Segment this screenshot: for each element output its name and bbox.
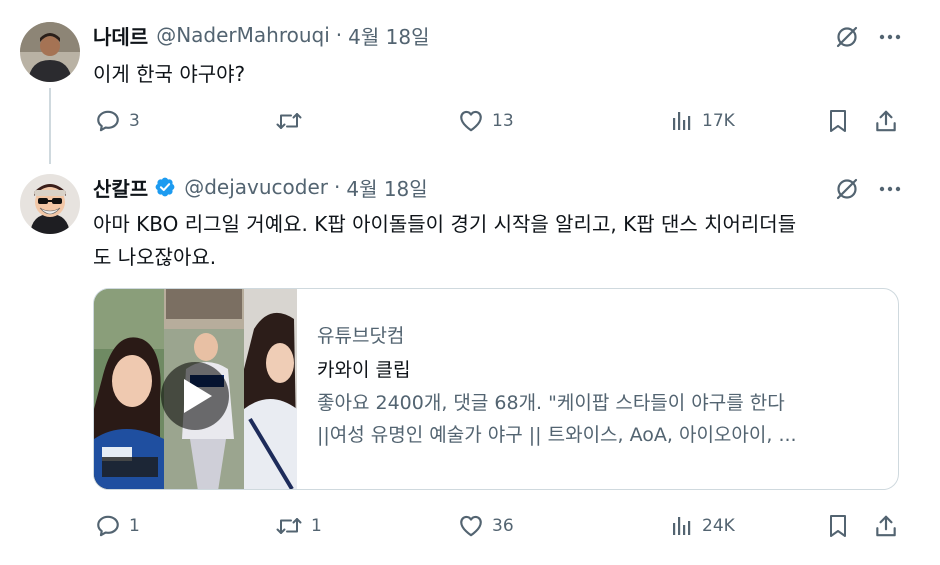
reply-count: 3 bbox=[129, 111, 140, 131]
retweet-button[interactable]: 1 bbox=[275, 513, 322, 539]
like-button[interactable]: 36 bbox=[458, 513, 514, 539]
more-icon[interactable] bbox=[878, 25, 902, 49]
thread-line bbox=[49, 88, 51, 164]
like-icon bbox=[458, 513, 484, 539]
tweet-header-actions bbox=[834, 24, 902, 50]
retweet-button[interactable] bbox=[275, 108, 311, 134]
avatar[interactable] bbox=[20, 22, 80, 82]
more-icon[interactable] bbox=[878, 177, 902, 201]
tweet-text-line: 아마 KBO 리그일 거예요. K팝 아이돌들이 경기 시작을 알리고, K팝 … bbox=[93, 212, 797, 236]
tweet-text: 아마 KBO 리그일 거예요. K팝 아이돌들이 경기 시작을 알리고, K팝 … bbox=[93, 208, 900, 274]
tweet[interactable]: 산칼프 @dejavucoder · 4월 18일 아마 KBO 리그일 거예요… bbox=[0, 160, 940, 565]
reply-button[interactable]: 1 bbox=[95, 513, 140, 539]
tweet-date[interactable]: 4월 18일 bbox=[346, 173, 427, 202]
tweet-actions: 1 1 36 24K bbox=[93, 512, 908, 540]
tweet-text-line: 도 나오잖아요. bbox=[93, 245, 217, 269]
author-handle[interactable]: @NaderMahrouqi bbox=[156, 23, 330, 47]
like-icon bbox=[458, 108, 484, 134]
video-thumbnail[interactable] bbox=[94, 289, 297, 489]
retweet-icon bbox=[275, 108, 303, 134]
reply-icon bbox=[95, 513, 121, 539]
share-button[interactable] bbox=[873, 513, 899, 539]
link-card[interactable]: 유튜브닷컴 카와이 클립 좋아요 2400개, 댓글 68개. "케이팝 스타들… bbox=[93, 288, 899, 490]
views-button[interactable]: 24K bbox=[670, 514, 735, 538]
grok-icon[interactable] bbox=[834, 176, 860, 202]
bookmark-button[interactable] bbox=[826, 108, 850, 134]
tweet-header-actions bbox=[834, 176, 902, 202]
share-icon bbox=[873, 108, 899, 134]
like-count: 36 bbox=[492, 516, 514, 536]
bookmark-icon bbox=[826, 108, 850, 134]
card-description-line: ||여성 유명인 예술가 야구 || 트와이스, AoA, 아이오아이, ... bbox=[317, 424, 797, 446]
author-name[interactable]: 산칼프 bbox=[93, 173, 148, 202]
author-handle[interactable]: @dejavucoder bbox=[184, 175, 328, 199]
views-icon bbox=[670, 109, 694, 133]
grok-icon[interactable] bbox=[834, 24, 860, 50]
share-icon bbox=[873, 513, 899, 539]
separator: · bbox=[335, 23, 343, 47]
avatar[interactable] bbox=[20, 174, 80, 234]
verified-badge-icon bbox=[154, 176, 176, 198]
reply-button[interactable]: 3 bbox=[95, 108, 140, 134]
like-count: 13 bbox=[492, 111, 514, 131]
share-button[interactable] bbox=[873, 108, 899, 134]
tweet-header: 산칼프 @dejavucoder · 4월 18일 bbox=[93, 172, 428, 202]
reply-icon bbox=[95, 108, 121, 134]
card-description: 좋아요 2400개, 댓글 68개. "케이팝 스타들이 야구를 한다 ||여성… bbox=[317, 387, 878, 451]
tweet-header: 나데르 @NaderMahrouqi · 4월 18일 bbox=[93, 20, 429, 50]
views-button[interactable]: 17K bbox=[670, 109, 735, 133]
card-title: 카와이 클립 bbox=[317, 359, 411, 381]
retweet-icon bbox=[275, 513, 303, 539]
views-icon bbox=[670, 514, 694, 538]
tweet-date[interactable]: 4월 18일 bbox=[348, 21, 429, 50]
bookmark-icon bbox=[826, 513, 850, 539]
tweet[interactable]: 나데르 @NaderMahrouqi · 4월 18일 이게 한국 야구야? 3 bbox=[0, 0, 940, 164]
tweet-text: 이게 한국 야구야? bbox=[93, 62, 246, 86]
views-count: 17K bbox=[702, 111, 735, 131]
card-site: 유튜브닷컴 bbox=[317, 325, 405, 347]
views-count: 24K bbox=[702, 516, 735, 536]
like-button[interactable]: 13 bbox=[458, 108, 514, 134]
bookmark-button[interactable] bbox=[826, 513, 850, 539]
card-body: 유튜브닷컴 카와이 클립 좋아요 2400개, 댓글 68개. "케이팝 스타들… bbox=[317, 319, 878, 451]
tweet-actions: 3 13 17K bbox=[93, 107, 908, 135]
card-description-line: 좋아요 2400개, 댓글 68개. "케이팝 스타들이 야구를 한다 bbox=[317, 392, 785, 414]
separator: · bbox=[333, 175, 341, 199]
reply-count: 1 bbox=[129, 516, 140, 536]
retweet-count: 1 bbox=[311, 516, 322, 536]
author-name[interactable]: 나데르 bbox=[93, 21, 148, 50]
